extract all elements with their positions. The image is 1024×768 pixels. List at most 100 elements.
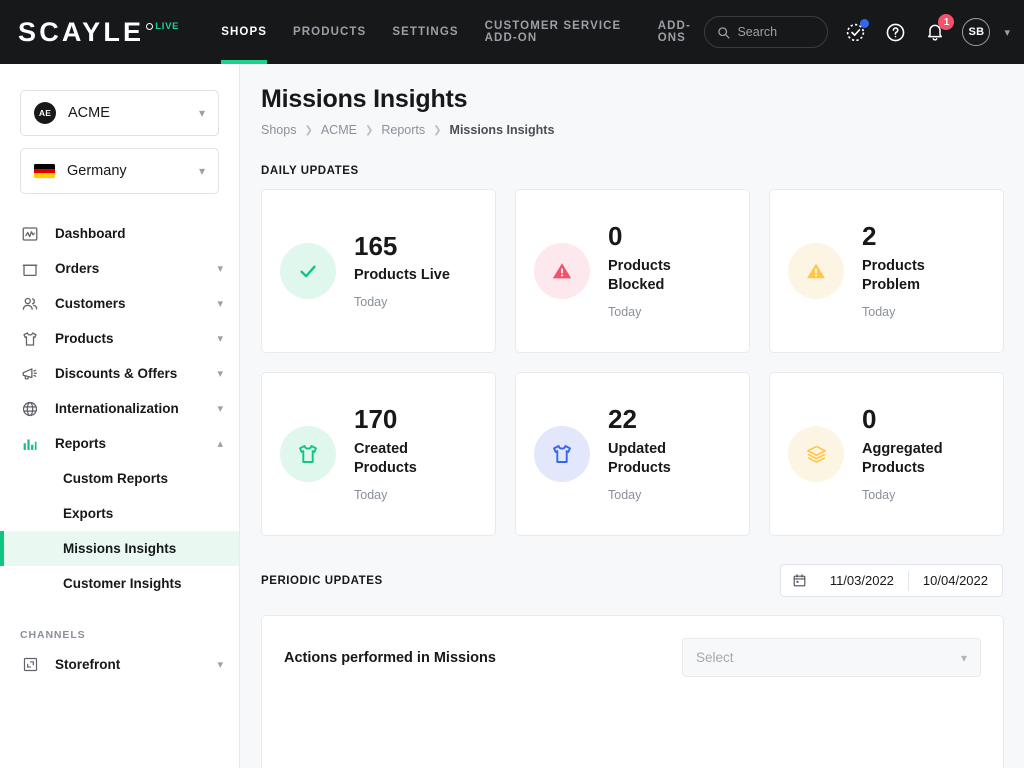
stat-period: Today bbox=[608, 487, 642, 502]
sidebar-item-orders[interactable]: Orders ▾ bbox=[0, 251, 239, 286]
logo-circle-icon bbox=[146, 22, 154, 30]
account-chevron-down-icon[interactable]: ▾ bbox=[1004, 26, 1010, 39]
tasks-status-dot bbox=[860, 19, 870, 28]
nav-item-shops[interactable]: SHOPS bbox=[221, 0, 267, 64]
sidebar-item-reports[interactable]: Reports ▴ bbox=[0, 426, 239, 461]
search-icon bbox=[718, 26, 731, 39]
chevron-down-icon: ▾ bbox=[217, 659, 223, 671]
sidebar-item-label: Products bbox=[55, 331, 114, 346]
calendar-icon bbox=[781, 573, 816, 588]
chevron-down-icon: ▾ bbox=[217, 298, 223, 310]
sidebar-nav: Dashboard Orders ▾ Customers ▾ Products … bbox=[0, 216, 239, 682]
breadcrumb-item-reports[interactable]: Reports bbox=[381, 123, 425, 137]
globe-icon bbox=[20, 399, 40, 419]
stat-value: 2 bbox=[862, 221, 877, 252]
sidebar-subitem-missions-insights[interactable]: Missions Insights bbox=[0, 531, 239, 566]
periodic-updates-row: PERIODIC UPDATES 11/03/2022 10/04/2022 bbox=[261, 564, 1003, 597]
warning-triangle-glyph bbox=[807, 263, 825, 279]
nav-item-settings[interactable]: SETTINGS bbox=[392, 0, 458, 64]
user-avatar[interactable]: SB bbox=[962, 18, 991, 46]
date-range-from[interactable]: 11/03/2022 bbox=[816, 565, 908, 596]
stat-value: 0 bbox=[862, 404, 877, 435]
sidebar-item-storefront[interactable]: Storefront ▾ bbox=[0, 647, 239, 682]
stat-period: Today bbox=[608, 304, 642, 319]
stat-card-products-blocked[interactable]: 0 Products Blocked Today bbox=[515, 189, 750, 353]
breadcrumb-item-current: Missions Insights bbox=[449, 123, 555, 137]
stat-period: Today bbox=[354, 487, 388, 502]
stat-card-aggregated-products[interactable]: 0 Aggregated Products Today bbox=[769, 372, 1004, 536]
stat-period: Today bbox=[862, 487, 896, 502]
sidebar-subitem-customer-insights[interactable]: Customer Insights bbox=[0, 566, 239, 601]
megaphone-icon bbox=[20, 364, 40, 384]
tshirt-icon bbox=[20, 329, 40, 349]
breadcrumb-separator-icon: ❯ bbox=[304, 124, 313, 136]
notification-count-badge: 1 bbox=[938, 14, 955, 30]
alert-triangle-icon bbox=[534, 243, 590, 299]
sidebar-item-customers[interactable]: Customers ▾ bbox=[0, 286, 239, 321]
layers-icon bbox=[788, 426, 844, 482]
dashboard-icon bbox=[20, 224, 40, 244]
stat-period: Today bbox=[354, 294, 388, 309]
sidebar-subitem-custom-reports[interactable]: Custom Reports bbox=[0, 461, 239, 496]
chevron-up-icon: ▴ bbox=[217, 438, 223, 450]
stat-card-products-problem[interactable]: 2 Products Problem Today bbox=[769, 189, 1004, 353]
sidebar-item-discounts-and-offers[interactable]: Discounts & Offers ▾ bbox=[0, 356, 239, 391]
chevron-down-icon: ▾ bbox=[217, 403, 223, 415]
sidebar-subitem-label: Exports bbox=[63, 506, 114, 521]
nav-item-products[interactable]: PRODUCTS bbox=[293, 0, 366, 64]
stat-label: Products Live bbox=[354, 267, 450, 284]
sidebar-item-products[interactable]: Products ▾ bbox=[0, 321, 239, 356]
date-range-to[interactable]: 10/04/2022 bbox=[909, 565, 1002, 596]
stat-card-products-live[interactable]: 165 Products Live Today bbox=[261, 189, 496, 353]
channels-section-header: CHANNELS bbox=[20, 629, 86, 641]
logo-text: SCAYLE bbox=[18, 16, 145, 47]
app-logo[interactable]: SCAYLE LIVE bbox=[0, 0, 215, 64]
periodic-updates-header: PERIODIC UPDATES bbox=[261, 574, 383, 587]
breadcrumb-item-acme[interactable]: ACME bbox=[321, 123, 357, 137]
help-button[interactable] bbox=[882, 19, 908, 45]
actions-select-dropdown[interactable]: Select ▾ bbox=[682, 638, 981, 677]
check-icon bbox=[280, 243, 336, 299]
country-selector-label: Germany bbox=[67, 163, 127, 179]
sidebar-item-label: Discounts & Offers bbox=[55, 366, 178, 381]
notifications-button[interactable]: 1 bbox=[922, 14, 955, 45]
bar-chart-glyph bbox=[23, 439, 37, 450]
chevron-down-icon: ▾ bbox=[198, 164, 205, 178]
nav-item-customer-service-add-on[interactable]: CUSTOMER SERVICE ADD-ON bbox=[485, 0, 632, 64]
breadcrumb-separator-icon: ❯ bbox=[364, 124, 374, 136]
question-circle-icon bbox=[886, 23, 905, 41]
top-navigation-bar: SCAYLE LIVE SHOPS PRODUCTS SETTINGS CUST… bbox=[0, 0, 1024, 64]
shop-selector[interactable]: AE ACME ▾ bbox=[20, 90, 219, 136]
sidebar-item-label: Orders bbox=[55, 261, 100, 276]
customers-icon bbox=[20, 294, 40, 314]
sidebar-subitem-label: Customer Insights bbox=[63, 576, 182, 591]
search-input[interactable]: Search bbox=[704, 16, 829, 48]
tasks-button[interactable] bbox=[842, 19, 870, 45]
daily-updates-card-grid: 165 Products Live Today 0 Products Block… bbox=[261, 189, 1024, 536]
breadcrumb-separator-icon: ❯ bbox=[433, 124, 442, 136]
shop-avatar: AE bbox=[34, 102, 56, 124]
country-selector[interactable]: Germany ▾ bbox=[20, 148, 219, 194]
nav-item-add-ons[interactable]: ADD-ONS bbox=[658, 0, 705, 64]
stat-card-created-products[interactable]: 170 Created Products Today bbox=[261, 372, 496, 536]
sidebar-item-dashboard[interactable]: Dashboard bbox=[0, 216, 239, 251]
chevron-down-icon: ▾ bbox=[960, 650, 967, 665]
stat-card-updated-products[interactable]: 22 Updated Products Today bbox=[515, 372, 750, 536]
logo-live-label: LIVE bbox=[155, 20, 180, 32]
stat-value: 165 bbox=[354, 231, 398, 262]
stat-value: 170 bbox=[354, 404, 398, 435]
chevron-down-icon: ▾ bbox=[217, 263, 223, 275]
actions-panel-header-row: Actions performed in Missions Select ▾ bbox=[284, 638, 981, 677]
chevron-down-icon: ▾ bbox=[217, 368, 223, 380]
sidebar-item-internationalization[interactable]: Internationalization ▾ bbox=[0, 391, 239, 426]
sidebar-item-label: Customers bbox=[55, 296, 126, 311]
sidebar-item-label: Internationalization bbox=[55, 401, 179, 416]
shop-selector-label: ACME bbox=[68, 105, 110, 121]
sidebar-item-label: Storefront bbox=[55, 657, 121, 672]
sidebar-subitem-exports[interactable]: Exports bbox=[0, 496, 239, 531]
daily-updates-header: DAILY UPDATES bbox=[261, 165, 359, 177]
primary-nav: SHOPS PRODUCTS SETTINGS CUSTOMER SERVICE… bbox=[221, 0, 704, 64]
breadcrumb-item-shops[interactable]: Shops bbox=[261, 123, 296, 137]
chevron-down-icon: ▾ bbox=[217, 333, 223, 345]
date-range-picker[interactable]: 11/03/2022 10/04/2022 bbox=[779, 564, 1003, 597]
